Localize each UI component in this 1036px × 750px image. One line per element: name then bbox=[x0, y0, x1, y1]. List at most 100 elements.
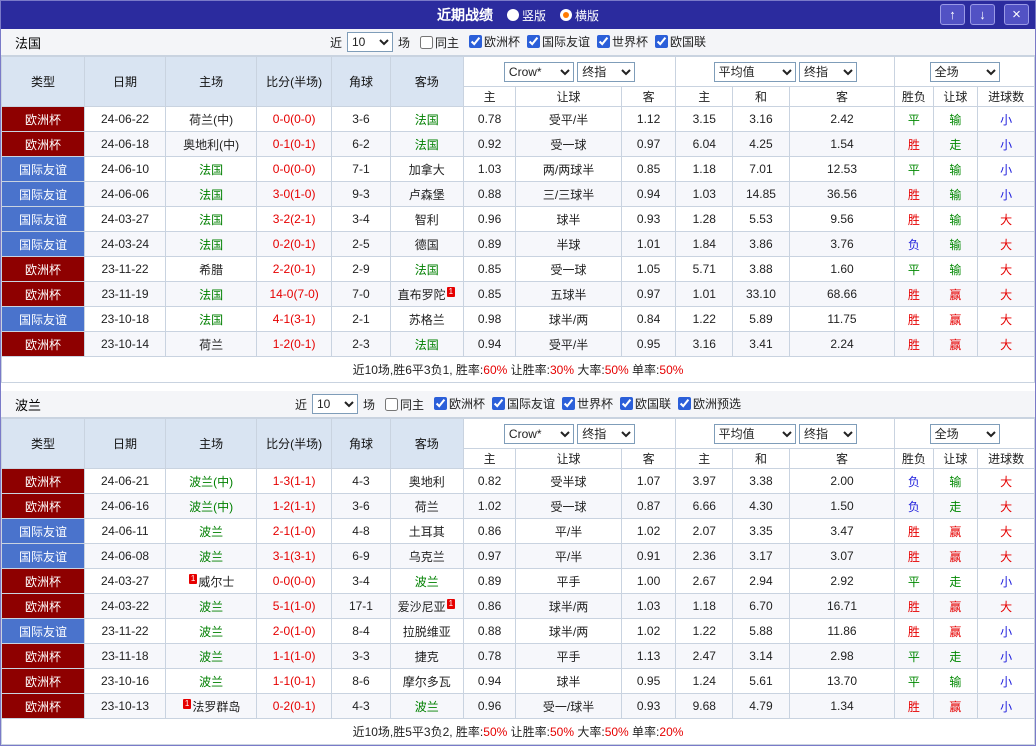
competition-filter-3[interactable]: 欧国联 bbox=[613, 395, 671, 412]
crow-away-odds-cell: 0.94 bbox=[620, 181, 677, 207]
team-name: 波兰(中) bbox=[189, 474, 234, 489]
competition-filter-1[interactable]: 国际友谊 bbox=[520, 33, 590, 50]
crow-away-odds-cell: 1.13 bbox=[620, 643, 677, 669]
team-name: 加拿大 bbox=[408, 162, 445, 177]
home-team-cell: 波兰 bbox=[165, 593, 258, 619]
competition-checkbox[interactable] bbox=[678, 397, 692, 410]
competition-filter-1[interactable]: 国际友谊 bbox=[485, 395, 555, 412]
handicap-result-cell: 赢 bbox=[932, 618, 979, 644]
avg-final-select[interactable]: 终指 bbox=[798, 423, 857, 444]
col-score: 比分(半场) bbox=[256, 56, 333, 107]
team-name: 波兰 bbox=[199, 649, 224, 664]
avg-away-odds-cell: 16.71 bbox=[788, 593, 896, 619]
avg-draw-odds-cell: 2.94 bbox=[732, 568, 790, 594]
move-down-button[interactable]: ↓ bbox=[970, 4, 995, 25]
corners-cell: 17-1 bbox=[331, 593, 391, 619]
crow-home-odds-cell: 0.98 bbox=[462, 306, 517, 332]
same-home-filter[interactable]: 同主 bbox=[378, 396, 424, 413]
goals-result-cell: 大 bbox=[977, 206, 1035, 232]
col-handicap-result: 让球 bbox=[932, 86, 979, 107]
recent-count-select[interactable]: 10 bbox=[346, 32, 393, 52]
crow-handicap-cell: 球半 bbox=[515, 206, 622, 232]
date-cell: 23-11-18 bbox=[84, 643, 167, 669]
match-row: 国际友谊 24-06-11 波兰 2-1(1-0) 4-8 土耳其 0.86 平/半 1.02 2… bbox=[0, 518, 1035, 544]
goals-result-cell: 小 bbox=[977, 693, 1035, 719]
competition-checkbox[interactable] bbox=[492, 397, 505, 410]
team-name: 法国 bbox=[414, 337, 439, 352]
team-name: 捷克 bbox=[414, 649, 439, 664]
fulltime-select[interactable]: 全场 bbox=[929, 423, 1000, 444]
competition-checkbox[interactable] bbox=[527, 35, 540, 48]
score-cell: 0-0(0-0) bbox=[256, 568, 333, 594]
same-home-checkbox[interactable] bbox=[419, 35, 433, 49]
recent-count-select[interactable]: 10 bbox=[311, 394, 358, 414]
avg-draw-odds-cell: 5.61 bbox=[732, 668, 790, 694]
crow-handicap-cell: 球半/两 bbox=[515, 593, 622, 619]
competition-checkbox[interactable] bbox=[433, 397, 447, 410]
crow-handicap-cell: 受一球 bbox=[515, 493, 622, 519]
summary-segment: 50% bbox=[549, 725, 575, 739]
competition-filter-2[interactable]: 世界杯 bbox=[555, 395, 613, 412]
competition-filter-3[interactable]: 欧国联 bbox=[648, 33, 706, 50]
competition-cell: 国际友谊 bbox=[0, 231, 86, 257]
crow-home-odds-cell: 0.85 bbox=[462, 281, 517, 307]
matches-tbody: 欧洲杯 24-06-22 荷兰(中) 0-0(0-0) 3-6 法国 0.78 受平/半 1.1… bbox=[0, 106, 1035, 357]
recent-results-widget: 近期战绩 竖版 横版 ↑ ↓ × 法国 近 10 场 同主 欧洲杯 国际友谊 世… bbox=[0, 0, 1036, 746]
avg-final-select[interactable]: 终指 bbox=[798, 61, 857, 82]
team-name: 波兰 bbox=[199, 524, 224, 539]
avg-home-odds-cell: 1.18 bbox=[675, 156, 734, 182]
bookmaker-select[interactable]: Crow* bbox=[503, 423, 574, 444]
avg-home-odds-cell: 1.03 bbox=[675, 181, 734, 207]
summary-segment: 近10场,胜5平3负2, 胜率: bbox=[352, 725, 484, 739]
close-button[interactable]: × bbox=[1004, 4, 1029, 25]
average-select[interactable]: 平均值 bbox=[713, 423, 796, 444]
competition-checkbox[interactable] bbox=[468, 35, 482, 48]
avg-away-odds-cell: 1.50 bbox=[788, 493, 896, 519]
home-team-cell: 波兰(中) bbox=[165, 493, 258, 519]
avg-home-odds-cell: 5.71 bbox=[675, 256, 734, 282]
summary-segment: 50% bbox=[604, 725, 629, 739]
result-cell: 胜 bbox=[894, 181, 934, 207]
score-cell: 0-2(0-1) bbox=[256, 693, 333, 719]
competition-checkbox[interactable] bbox=[655, 35, 669, 48]
crow-handicap-cell: 平/半 bbox=[515, 518, 622, 544]
crow-away-odds-cell: 1.02 bbox=[620, 518, 677, 544]
layout-radio-horizontal[interactable]: 横版 bbox=[560, 7, 599, 24]
competition-filter-0[interactable]: 欧洲杯 bbox=[462, 33, 520, 50]
away-team-cell: 加拿大 bbox=[389, 156, 464, 182]
col-handicap-result: 让球 bbox=[932, 448, 979, 469]
match-row: 国际友谊 24-03-24 法国 0-2(0-1) 2-5 德国 0.89 半球 1.01 1.8… bbox=[0, 231, 1035, 257]
competition-filter-2[interactable]: 世界杯 bbox=[590, 33, 648, 50]
handicap-result-cell: 赢 bbox=[932, 306, 979, 332]
average-select[interactable]: 平均值 bbox=[713, 61, 796, 82]
competition-cell: 欧洲杯 bbox=[0, 493, 86, 519]
bookmaker-select[interactable]: Crow* bbox=[503, 61, 574, 82]
goals-result-cell: 大 bbox=[977, 306, 1035, 332]
competition-checkbox[interactable] bbox=[620, 397, 634, 410]
competition-filter-0[interactable]: 欧洲杯 bbox=[427, 395, 485, 412]
avg-away-odds-cell: 9.56 bbox=[788, 206, 896, 232]
same-home-filter[interactable]: 同主 bbox=[413, 34, 459, 51]
team-name: 波兰 bbox=[414, 574, 439, 589]
team-name: 奥地利 bbox=[408, 474, 445, 489]
layout-radio-vertical[interactable]: 竖版 bbox=[506, 7, 546, 24]
final-odds-select[interactable]: 终指 bbox=[577, 61, 636, 82]
competition-checkbox[interactable] bbox=[562, 397, 576, 410]
crow-away-odds-cell: 1.07 bbox=[620, 468, 677, 494]
result-scope-header: 全场 bbox=[894, 418, 1035, 449]
final-odds-select[interactable]: 终指 bbox=[577, 423, 636, 444]
competition-checkbox[interactable] bbox=[597, 35, 611, 48]
avg-draw-odds-cell: 3.14 bbox=[732, 643, 790, 669]
same-home-checkbox[interactable] bbox=[384, 397, 398, 411]
fulltime-select[interactable]: 全场 bbox=[929, 61, 1000, 82]
section-team-name: 波兰 bbox=[15, 397, 42, 413]
crow-handicap-cell: 球半/两 bbox=[515, 306, 622, 332]
move-up-button[interactable]: ↑ bbox=[940, 4, 965, 25]
goals-result-cell: 小 bbox=[977, 131, 1035, 157]
corners-cell: 2-3 bbox=[331, 331, 391, 357]
competition-label: 欧洲预选 bbox=[693, 397, 742, 411]
filter-near-label: 近 bbox=[329, 35, 342, 50]
avg-home-odds-cell: 6.66 bbox=[675, 493, 734, 519]
competition-filter-4[interactable]: 欧洲预选 bbox=[671, 395, 741, 412]
summary-segment: 让胜率: bbox=[507, 363, 550, 377]
